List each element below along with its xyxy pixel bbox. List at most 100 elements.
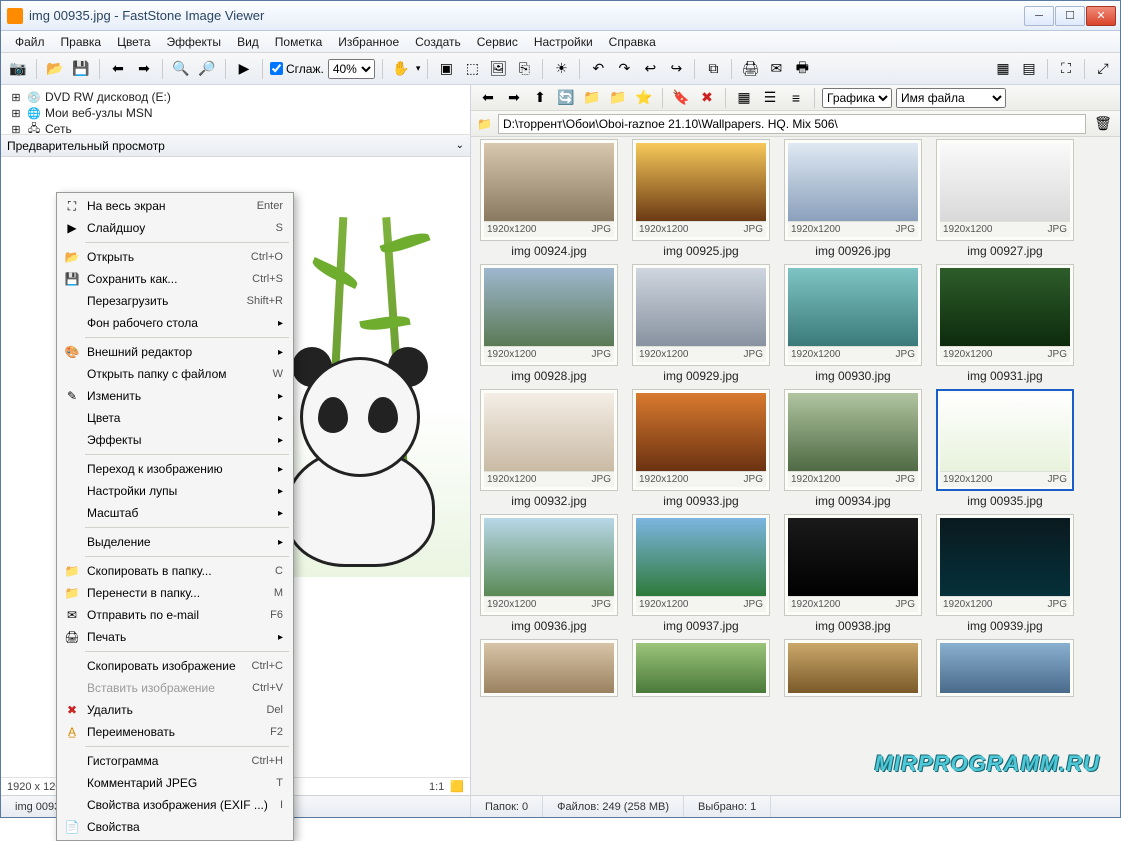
menu-item[interactable]: Комментарий JPEGT <box>59 772 291 794</box>
thumbnail-cell[interactable] <box>783 639 923 697</box>
menu-item[interactable]: 🎨Внешний редактор▸ <box>59 341 291 363</box>
view-list-icon[interactable]: ☰ <box>759 87 781 109</box>
menu-item[interactable]: 💾Сохранить как...Ctrl+S <box>59 268 291 290</box>
tree-item[interactable]: ⊞ 🌐 Мои веб-узлы MSN <box>9 105 462 121</box>
menu-item[interactable]: Свойства изображения (EXIF ...)I <box>59 794 291 816</box>
thumbnail-cell[interactable]: 1920x1200JPGimg 00927.jpg <box>935 139 1075 258</box>
folder2-icon[interactable]: 📁 <box>607 87 629 109</box>
smooth-checkbox[interactable]: Сглаж. <box>270 62 324 76</box>
resize-icon[interactable]: ⬚ <box>461 58 483 80</box>
expand-icon[interactable]: ⊞ <box>9 122 23 135</box>
layout1-icon[interactable]: ▦ <box>992 58 1014 80</box>
menu-item[interactable]: 📂ОткрытьCtrl+O <box>59 246 291 268</box>
close-button[interactable]: ✕ <box>1086 6 1116 26</box>
email-icon[interactable]: ✉ <box>765 58 787 80</box>
redo-icon[interactable]: ↪ <box>665 58 687 80</box>
menu-item[interactable]: ГистограммаCtrl+H <box>59 750 291 772</box>
sort-mode-select[interactable]: Имя файла <box>896 88 1006 108</box>
menu-item[interactable]: ✖УдалитьDel <box>59 699 291 721</box>
zoom-out-icon[interactable]: 🔎 <box>196 58 218 80</box>
rotate-left-icon[interactable]: ↶ <box>587 58 609 80</box>
zoom-select[interactable]: 40% <box>328 59 375 79</box>
camera-icon[interactable]: 📷 <box>7 58 29 80</box>
open-folder-icon[interactable]: 📂 <box>44 58 66 80</box>
menu-Избранное[interactable]: Избранное <box>330 33 407 51</box>
print-icon[interactable]: 🖶 <box>791 58 813 80</box>
thumbnail-cell[interactable]: 1920x1200JPGimg 00937.jpg <box>631 514 771 633</box>
thumbnail-cell[interactable]: 1920x1200JPGimg 00929.jpg <box>631 264 771 383</box>
thumbnail-cell[interactable]: 1920x1200JPGimg 00930.jpg <box>783 264 923 383</box>
context-menu[interactable]: ⛶На весь экранEnter▶СлайдшоуS 📂ОткрытьCtr… <box>56 192 294 841</box>
thumbnail-cell[interactable]: 1920x1200JPGimg 00935.jpg <box>935 389 1075 508</box>
menu-item[interactable]: ✉Отправить по e-mailF6 <box>59 604 291 626</box>
play-icon[interactable]: ▶ <box>233 58 255 80</box>
tree-item[interactable]: ⊞ 💿 DVD RW дисковод (E:) <box>9 89 462 105</box>
thumbnails-area[interactable]: 1920x1200JPGimg 00924.jpg1920x1200JPGimg… <box>471 137 1120 795</box>
thumbnail-cell[interactable] <box>479 639 619 697</box>
nav-back-icon[interactable]: ⬅ <box>477 87 499 109</box>
menu-Настройки[interactable]: Настройки <box>526 33 601 51</box>
menu-item[interactable]: Открыть папку с файломW <box>59 363 291 385</box>
adjust-icon[interactable]: ☀ <box>550 58 572 80</box>
crop-icon[interactable]: ▣ <box>435 58 457 80</box>
menu-item[interactable]: 📄Свойства <box>59 816 291 838</box>
thumbnail-cell[interactable]: 1920x1200JPGimg 00925.jpg <box>631 139 771 258</box>
next-icon[interactable]: ➡ <box>133 58 155 80</box>
view-thumb-icon[interactable]: ▦ <box>733 87 755 109</box>
nav-up-icon[interactable]: ⬆ <box>529 87 551 109</box>
zoom-in-icon[interactable]: 🔍 <box>170 58 192 80</box>
thumbnail-cell[interactable] <box>935 639 1075 697</box>
menu-item[interactable]: Фон рабочего стола▸ <box>59 312 291 334</box>
address-input[interactable] <box>498 114 1086 134</box>
refresh-icon[interactable]: 🔄 <box>555 87 577 109</box>
delete-icon[interactable]: ✖ <box>696 87 718 109</box>
compare-icon[interactable]: ⧉ <box>702 58 724 80</box>
menu-Правка[interactable]: Правка <box>53 33 110 51</box>
collapse-icon[interactable]: ⌄ <box>456 140 464 151</box>
thumbnail-cell[interactable]: 1920x1200JPGimg 00931.jpg <box>935 264 1075 383</box>
save-icon[interactable]: 💾 <box>70 58 92 80</box>
menu-item[interactable]: A̲ПереименоватьF2 <box>59 721 291 743</box>
prev-icon[interactable]: ⬅ <box>107 58 129 80</box>
tree-item[interactable]: ⊞ 🖧 Сеть <box>9 121 462 135</box>
menu-item[interactable]: ⛶На весь экранEnter <box>59 195 291 217</box>
folder-tree[interactable]: ⊞ 💿 DVD RW дисковод (E:) ⊞ 🌐 Мои веб-узл… <box>1 85 470 135</box>
hand-icon[interactable]: ✋ <box>390 58 412 80</box>
expand-icon[interactable]: ⊞ <box>9 90 23 104</box>
thumbnail-cell[interactable]: 1920x1200JPGimg 00934.jpg <box>783 389 923 508</box>
menu-Пометка[interactable]: Пометка <box>267 33 331 51</box>
menu-item[interactable]: Настройки лупы▸ <box>59 480 291 502</box>
view-detail-icon[interactable]: ≡ <box>785 87 807 109</box>
thumbnail-cell[interactable]: 1920x1200JPGimg 00932.jpg <box>479 389 619 508</box>
menu-Эффекты[interactable]: Эффекты <box>159 33 230 51</box>
fullscreen-icon[interactable]: ⛶ <box>1055 58 1077 80</box>
menu-item[interactable]: ПерезагрузитьShift+R <box>59 290 291 312</box>
menu-Сервис[interactable]: Сервис <box>469 33 526 51</box>
menu-item[interactable]: ▶СлайдшоуS <box>59 217 291 239</box>
maximize-button[interactable]: ☐ <box>1055 6 1085 26</box>
menu-item[interactable]: Эффекты▸ <box>59 429 291 451</box>
thumbnail-cell[interactable]: 1920x1200JPGimg 00924.jpg <box>479 139 619 258</box>
menu-Вид[interactable]: Вид <box>229 33 267 51</box>
thumbnail-cell[interactable]: 1920x1200JPGimg 00936.jpg <box>479 514 619 633</box>
menu-item[interactable]: 🖨Печать▸ <box>59 626 291 648</box>
folder-icon[interactable]: 📁 <box>581 87 603 109</box>
thumbnail-cell[interactable]: 1920x1200JPGimg 00928.jpg <box>479 264 619 383</box>
menu-Файл[interactable]: Файл <box>7 33 53 51</box>
thumbnail-cell[interactable]: 1920x1200JPGimg 00939.jpg <box>935 514 1075 633</box>
menu-item[interactable]: Скопировать изображениеCtrl+C <box>59 655 291 677</box>
menu-Создать[interactable]: Создать <box>407 33 469 51</box>
layout2-icon[interactable]: ▤ <box>1018 58 1040 80</box>
thumbnail-cell[interactable]: 1920x1200JPGimg 00926.jpg <box>783 139 923 258</box>
clone-icon[interactable]: ⎘ <box>513 58 535 80</box>
minimize-button[interactable]: ─ <box>1024 6 1054 26</box>
menu-item[interactable]: Выделение▸ <box>59 531 291 553</box>
rotate-right-icon[interactable]: ↷ <box>613 58 635 80</box>
menu-Справка[interactable]: Справка <box>601 33 664 51</box>
fav-icon[interactable]: ⭐ <box>633 87 655 109</box>
undo-icon[interactable]: ↩ <box>639 58 661 80</box>
nav-forward-icon[interactable]: ➡ <box>503 87 525 109</box>
menu-item[interactable]: 📁Перенести в папку...M <box>59 582 291 604</box>
canvas-icon[interactable]: 🖼 <box>487 58 509 80</box>
trash-icon[interactable]: 🗑 <box>1092 113 1114 135</box>
